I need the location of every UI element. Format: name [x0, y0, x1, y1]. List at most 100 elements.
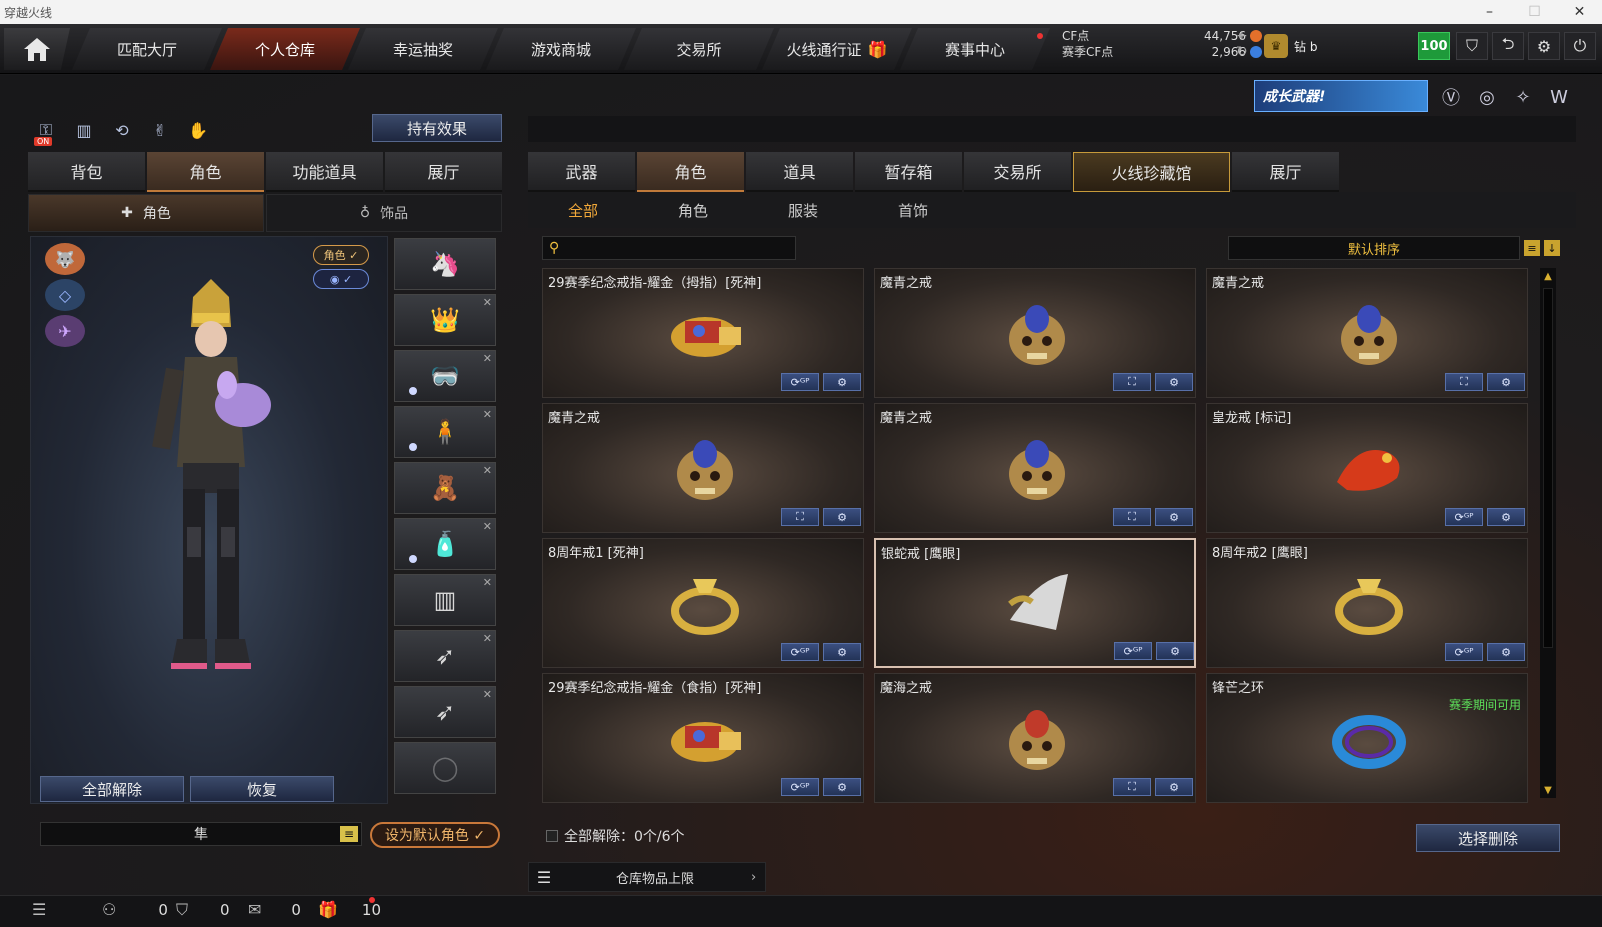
gp-refresh-button[interactable]: ⟳ᴳᴾ	[1445, 643, 1483, 661]
subtab-character[interactable]: ✚ 角色	[28, 194, 264, 232]
item-card[interactable]: 魔海之戒 ⛶ ⚙	[874, 673, 1196, 803]
item-card[interactable]: 29赛季纪念戒指-耀金（食指）[死神] ⟳ᴳᴾ ⚙	[542, 673, 864, 803]
remove-icon[interactable]: ✕	[483, 688, 492, 701]
item-settings-button[interactable]: ⚙	[1155, 508, 1193, 526]
character-tag[interactable]: 角色 ✓	[313, 245, 369, 265]
exit-room-icon[interactable]: ⮌	[1492, 32, 1524, 60]
status-clan[interactable]: ⛉ 0	[176, 900, 230, 920]
item-settings-button[interactable]: ⚙	[823, 643, 861, 661]
status-chat[interactable]: ✉ 0	[248, 900, 301, 919]
w-logo-icon[interactable]: W	[1546, 84, 1572, 110]
remove-icon[interactable]: ✕	[483, 464, 492, 477]
bird-icon[interactable]: ✈	[45, 315, 85, 347]
left-tab-2[interactable]: 功能道具	[266, 152, 383, 192]
map-button[interactable]: ⛶	[1113, 373, 1151, 391]
minimize-button[interactable]: –	[1467, 0, 1512, 24]
stats-icon[interactable]: ▥	[70, 116, 98, 144]
list-view-icon[interactable]: ≡	[1524, 240, 1540, 256]
equipment-slot[interactable]: ➶ ✕	[394, 630, 496, 682]
toggle-on-icon[interactable]: ⚿ ON	[32, 116, 60, 146]
character-swap-icon[interactable]: ✌	[146, 116, 174, 144]
map-button[interactable]: ⛶	[1113, 508, 1151, 526]
equipment-slot[interactable]: 🧸 ✕	[394, 462, 496, 514]
equipment-slot[interactable]: ▥ ✕	[394, 574, 496, 626]
item-scrollbar[interactable]: ▲ ▼	[1540, 268, 1556, 798]
nav-tab-5[interactable]: 火线通行证 🎁	[762, 28, 912, 70]
right-tab-2[interactable]: 道具	[746, 152, 853, 192]
nav-tab-4[interactable]: 交易所	[624, 28, 774, 70]
close-button[interactable]: ✕	[1557, 0, 1602, 24]
item-settings-button[interactable]: ⚙	[1156, 642, 1194, 660]
item-settings-button[interactable]: ⚙	[1155, 373, 1193, 391]
vision-icon[interactable]: ◇	[45, 279, 85, 311]
right-subtab-2[interactable]: 服装	[748, 192, 858, 228]
item-search[interactable]: ⚲	[542, 236, 796, 260]
item-card[interactable]: 29赛季纪念戒指-耀金（拇指）[死神] ⟳ᴳᴾ ⚙	[542, 268, 864, 398]
gp-refresh-button[interactable]: ⟳ᴳᴾ	[1114, 642, 1152, 660]
maximize-button[interactable]: ☐	[1512, 0, 1557, 24]
scroll-thumb[interactable]	[1543, 288, 1553, 648]
right-tab-3[interactable]: 暂存箱	[855, 152, 962, 192]
visibility-tag[interactable]: ◉ ✓	[313, 269, 369, 289]
refresh-icon[interactable]: ↻	[1236, 44, 1248, 60]
remove-icon[interactable]: ✕	[483, 352, 492, 365]
power-icon[interactable]: ⏻	[1564, 32, 1596, 60]
badge-v-icon[interactable]: Ⓥ	[1438, 84, 1464, 110]
growth-weapon-banner[interactable]: 成长武器!	[1254, 80, 1428, 112]
item-card[interactable]: 魔青之戒 ⛶ ⚙	[1206, 268, 1528, 398]
nav-tab-1[interactable]: 个人仓库	[210, 28, 360, 70]
item-settings-button[interactable]: ⚙	[1487, 373, 1525, 391]
item-settings-button[interactable]: ⚙	[823, 778, 861, 796]
equipment-slot[interactable]: 👑 ✕	[394, 294, 496, 346]
wing-icon[interactable]: ✧	[1510, 84, 1536, 110]
gp-refresh-button[interactable]: ⟳ᴳᴾ	[781, 373, 819, 391]
item-card[interactable]: 皇龙戒 [标记] ⟳ᴳᴾ ⚙	[1206, 403, 1528, 533]
map-button[interactable]: ⛶	[1113, 778, 1151, 796]
set-default-character-button[interactable]: 设为默认角色 ✓	[370, 822, 500, 848]
status-friends[interactable]: ⚇ 0	[102, 900, 168, 919]
right-subtab-3[interactable]: 首饰	[858, 192, 968, 228]
item-card[interactable]: 锋芒之环 赛季期间可用	[1206, 673, 1528, 803]
right-tab-6[interactable]: 展厅	[1232, 152, 1339, 192]
item-settings-button[interactable]: ⚙	[823, 373, 861, 391]
add-currency-icon[interactable]: +	[1236, 28, 1248, 44]
gear-icon[interactable]: ⚙	[1528, 32, 1560, 60]
scroll-up-icon[interactable]: ▲	[1542, 270, 1554, 282]
nav-tab-2[interactable]: 幸运抽奖	[348, 28, 498, 70]
right-subtab-0[interactable]: 全部	[528, 192, 638, 228]
remove-icon[interactable]: ✕	[483, 520, 492, 533]
right-tab-1[interactable]: 角色	[637, 152, 744, 192]
left-tab-3[interactable]: 展厅	[385, 152, 502, 192]
gp-refresh-button[interactable]: ⟳ᴳᴾ	[781, 643, 819, 661]
gp-refresh-button[interactable]: ⟳ᴳᴾ	[781, 778, 819, 796]
remove-icon[interactable]: ✕	[483, 576, 492, 589]
storage-limit-bar[interactable]: ☰ 仓库物品上限 ›	[528, 862, 766, 892]
sort-direction-icon[interactable]: ↓	[1544, 240, 1560, 256]
remove-icon[interactable]: ✕	[483, 632, 492, 645]
remove-icon[interactable]: ✕	[483, 408, 492, 421]
equipment-slot[interactable]: ➶ ✕	[394, 686, 496, 738]
nav-tab-3[interactable]: 游戏商城	[486, 28, 636, 70]
scroll-down-icon[interactable]: ▼	[1542, 784, 1554, 796]
equipment-slot[interactable]: ◯	[394, 742, 496, 794]
item-card[interactable]: 8周年戒2 [鹰眼] ⟳ᴳᴾ ⚙	[1206, 538, 1528, 668]
nav-tab-6[interactable]: 赛事中心	[900, 28, 1050, 70]
item-settings-button[interactable]: ⚙	[823, 508, 861, 526]
item-card[interactable]: 魔青之戒 ⛶ ⚙	[874, 403, 1196, 533]
subtab-accessory[interactable]: ♁ 饰品	[266, 194, 502, 232]
equipment-slot[interactable]: 🧴 ✕	[394, 518, 496, 570]
search-input[interactable]	[565, 241, 786, 255]
restore-button[interactable]: 恢复	[190, 776, 334, 802]
gp-refresh-button[interactable]: ⟳ᴳᴾ	[1445, 508, 1483, 526]
left-tab-0[interactable]: 背包	[28, 152, 145, 192]
globe-icon[interactable]: ◎	[1474, 84, 1500, 110]
item-settings-button[interactable]: ⚙	[1487, 508, 1525, 526]
clear-all-checkbox[interactable]	[546, 830, 558, 842]
equipment-slot[interactable]: 🦄	[394, 238, 496, 290]
right-tab-5[interactable]: 火线珍藏馆	[1073, 152, 1230, 192]
nav-tab-0[interactable]: 匹配大厅	[72, 28, 222, 70]
item-card[interactable]: 8周年戒1 [死神] ⟳ᴳᴾ ⚙	[542, 538, 864, 668]
right-tab-0[interactable]: 武器	[528, 152, 635, 192]
clear-all-button[interactable]: 全部解除	[40, 776, 184, 802]
menu-icon[interactable]: ≡	[340, 826, 358, 842]
